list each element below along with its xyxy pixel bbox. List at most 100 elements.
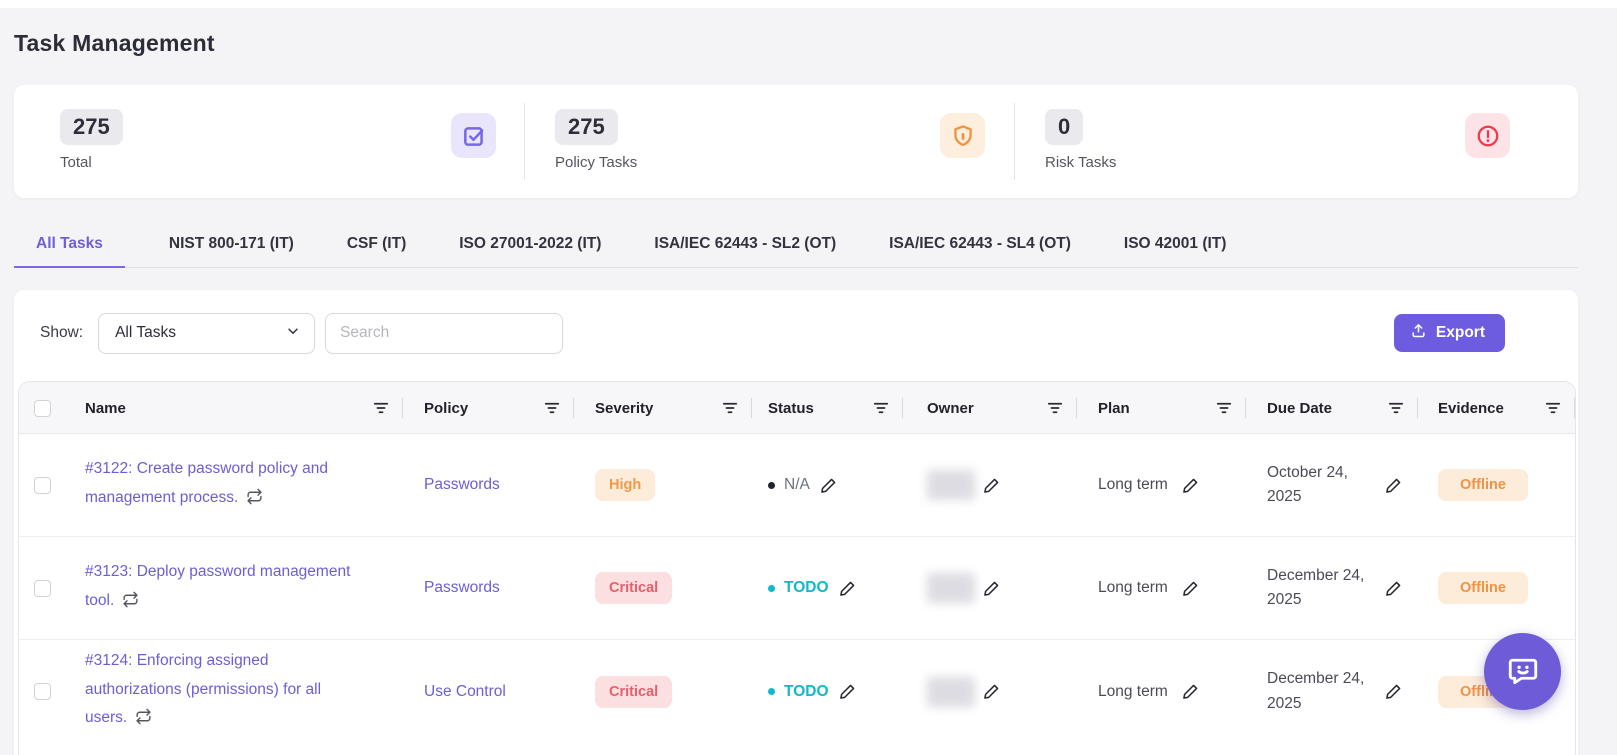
row-checkbox[interactable] [34,477,51,494]
status-text: TODO [784,683,829,701]
evidence-badge: Offline [1438,469,1528,501]
filter-icon[interactable] [873,401,889,415]
shield-icon [940,113,985,158]
stat-divider [524,103,525,180]
edit-status-icon[interactable] [838,579,857,598]
row-checkbox[interactable] [34,683,51,700]
edit-owner-icon[interactable] [982,579,1001,598]
tab-all-tasks[interactable]: All Tasks [14,225,125,268]
column-header-evidence: Evidence [1418,382,1575,434]
chat-widget-button[interactable] [1484,633,1561,710]
recurring-icon[interactable] [246,487,263,516]
tab-iso-27001-2022[interactable]: ISO 27001-2022 (IT) [437,225,623,268]
edit-due-date-icon[interactable] [1384,476,1403,495]
stat-risk-value: 0 [1045,109,1083,145]
table-row: #3123: Deploy password management tool. … [19,537,1575,640]
status-dot [768,482,775,489]
evidence-badge: Offline [1438,572,1528,604]
upload-icon [1410,322,1427,344]
stat-total-value: 275 [60,109,123,145]
filter-icon[interactable] [1047,401,1063,415]
show-select[interactable]: All Tasks [98,313,315,354]
column-header-policy: Policy [403,382,574,434]
task-link[interactable]: #3122: Create password policy and manage… [85,455,363,515]
export-button[interactable]: Export [1394,314,1505,352]
filter-icon[interactable] [1216,401,1232,415]
filter-icon[interactable] [1545,401,1561,415]
filter-icon[interactable] [544,401,560,415]
export-button-label: Export [1436,324,1485,342]
due-date-text: October 24, 2025 [1267,461,1370,509]
owner-redacted [927,573,975,603]
task-link[interactable]: #3124: Enforcing assigned authorizations… [85,647,363,736]
task-link[interactable]: #3123: Deploy password management tool. [85,558,363,618]
due-date-text: December 24, 2025 [1267,667,1370,715]
chevron-down-icon [286,324,300,343]
tab-isa-iec-62443-sl2[interactable]: ISA/IEC 62443 - SL2 (OT) [632,225,858,268]
status-dot [768,688,775,695]
stat-divider [1014,103,1015,180]
column-header-due-date: Due Date [1246,382,1418,434]
edit-status-icon[interactable] [819,476,838,495]
edit-due-date-icon[interactable] [1384,579,1403,598]
edit-status-icon[interactable] [838,682,857,701]
tab-iso-42001[interactable]: ISO 42001 (IT) [1102,225,1249,268]
column-header-plan: Plan [1077,382,1246,434]
table-header: Name Policy Severity Status [19,382,1575,434]
show-select-value: All Tasks [115,324,176,342]
alert-circle-icon [1465,113,1510,158]
tab-csf[interactable]: CSF (IT) [325,225,428,268]
table-row: #3122: Create password policy and manage… [19,434,1575,537]
status-dot [768,585,775,592]
edit-plan-icon[interactable] [1181,682,1200,701]
edit-owner-icon[interactable] [982,476,1001,495]
edit-plan-icon[interactable] [1181,579,1200,598]
plan-text: Long term [1098,683,1168,701]
top-strip [0,0,1617,8]
recurring-icon[interactable] [122,590,139,619]
policy-link[interactable]: Use Control [403,683,506,701]
table-row: #3124: Enforcing assigned authorizations… [19,640,1575,743]
tasks-table: Name Policy Severity Status [18,381,1576,755]
framework-tabs: All Tasks NIST 800-171 (IT) CSF (IT) ISO… [14,228,1578,268]
search-input[interactable] [325,313,563,354]
status-text: N/A [784,476,810,494]
select-all-checkbox[interactable] [34,400,51,417]
recurring-icon[interactable] [135,707,152,736]
row-checkbox[interactable] [34,580,51,597]
filter-icon[interactable] [1388,401,1404,415]
filter-icon[interactable] [722,401,738,415]
policy-link[interactable]: Passwords [403,476,500,494]
stat-total-label: Total [60,154,123,171]
stat-risk-tasks: 0 Risk Tasks [1045,109,1116,171]
filter-row: Show: All Tasks Export [14,312,1578,354]
stat-risk-label: Risk Tasks [1045,154,1116,171]
status-text: TODO [784,579,829,597]
filter-icon[interactable] [373,401,389,415]
edit-due-date-icon[interactable] [1384,682,1403,701]
stat-policy-tasks: 275 Policy Tasks [555,109,637,171]
plan-text: Long term [1098,476,1168,494]
edit-owner-icon[interactable] [982,682,1001,701]
stat-policy-label: Policy Tasks [555,154,637,171]
check-square-icon [451,113,496,158]
severity-badge: High [595,469,655,501]
column-header-status: Status [752,382,903,434]
column-header-owner: Owner [903,382,1077,434]
due-date-text: December 24, 2025 [1267,564,1370,612]
stat-total: 275 Total [60,109,123,171]
severity-badge: Critical [595,572,672,604]
stat-policy-value: 275 [555,109,618,145]
column-header-name: Name [67,382,403,434]
show-label: Show: [40,324,83,342]
policy-link[interactable]: Passwords [403,579,500,597]
chat-smiley-icon [1505,652,1541,691]
page-title: Task Management [14,30,215,57]
plan-text: Long term [1098,579,1168,597]
tab-nist-800-171[interactable]: NIST 800-171 (IT) [147,225,316,268]
column-header-severity: Severity [574,382,752,434]
edit-plan-icon[interactable] [1181,476,1200,495]
tab-isa-iec-62443-sl4[interactable]: ISA/IEC 62443 - SL4 (OT) [867,225,1093,268]
stats-card: 275 Total 275 Policy Tasks 0 Risk Tasks [14,85,1578,198]
tasks-panel: Show: All Tasks Export Name [14,290,1578,755]
